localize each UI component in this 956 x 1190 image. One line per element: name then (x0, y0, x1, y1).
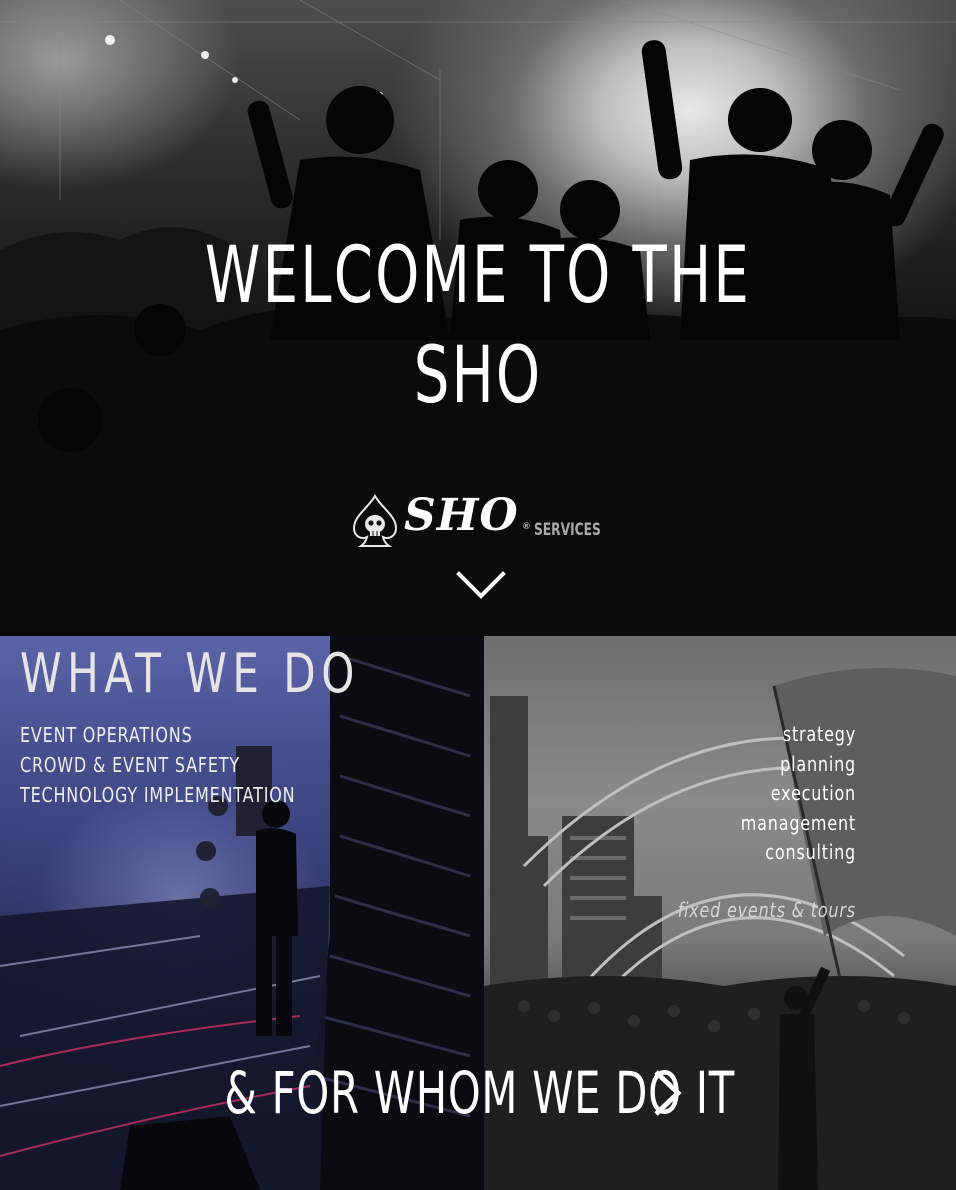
approach-item: execution (770, 781, 856, 805)
what-we-do-title: WHAT WE DO (20, 642, 360, 705)
service-item: EVENT OPERATIONS (20, 723, 193, 747)
hero-section: WELCOME TO THE SHO SHO ® SERVICES (0, 0, 956, 636)
sho-services-logo[interactable]: SHO ® SERVICES (352, 490, 622, 552)
service-item: CROWD & EVENT SAFETY (20, 753, 240, 777)
approach-item: strategy (782, 722, 856, 746)
skull-ace-icon (352, 494, 398, 547)
approach-item: planning (780, 751, 856, 776)
approach-item: consulting (765, 840, 856, 864)
service-item: TECHNOLOGY IMPLEMENTATION (20, 783, 296, 807)
approach-note: fixed events & tours (677, 898, 856, 922)
brand-registered-mark: ® (522, 522, 531, 532)
chevron-down-icon[interactable] (455, 568, 507, 602)
services-list: EVENT OPERATIONS CROWD & EVENT SAFETY TE… (20, 720, 364, 810)
for-whom-title[interactable]: & FOR WHOM WE DO IT (136, 1058, 824, 1128)
brand-name: SHO (404, 490, 519, 541)
brand-subtitle: SERVICES (534, 520, 601, 540)
approach-item: management (740, 810, 856, 835)
approach-list: strategy planning execution management c… (712, 720, 856, 868)
hero-title: WELCOME TO THE SHO (204, 231, 752, 421)
chevron-right-icon[interactable] (650, 1068, 684, 1118)
